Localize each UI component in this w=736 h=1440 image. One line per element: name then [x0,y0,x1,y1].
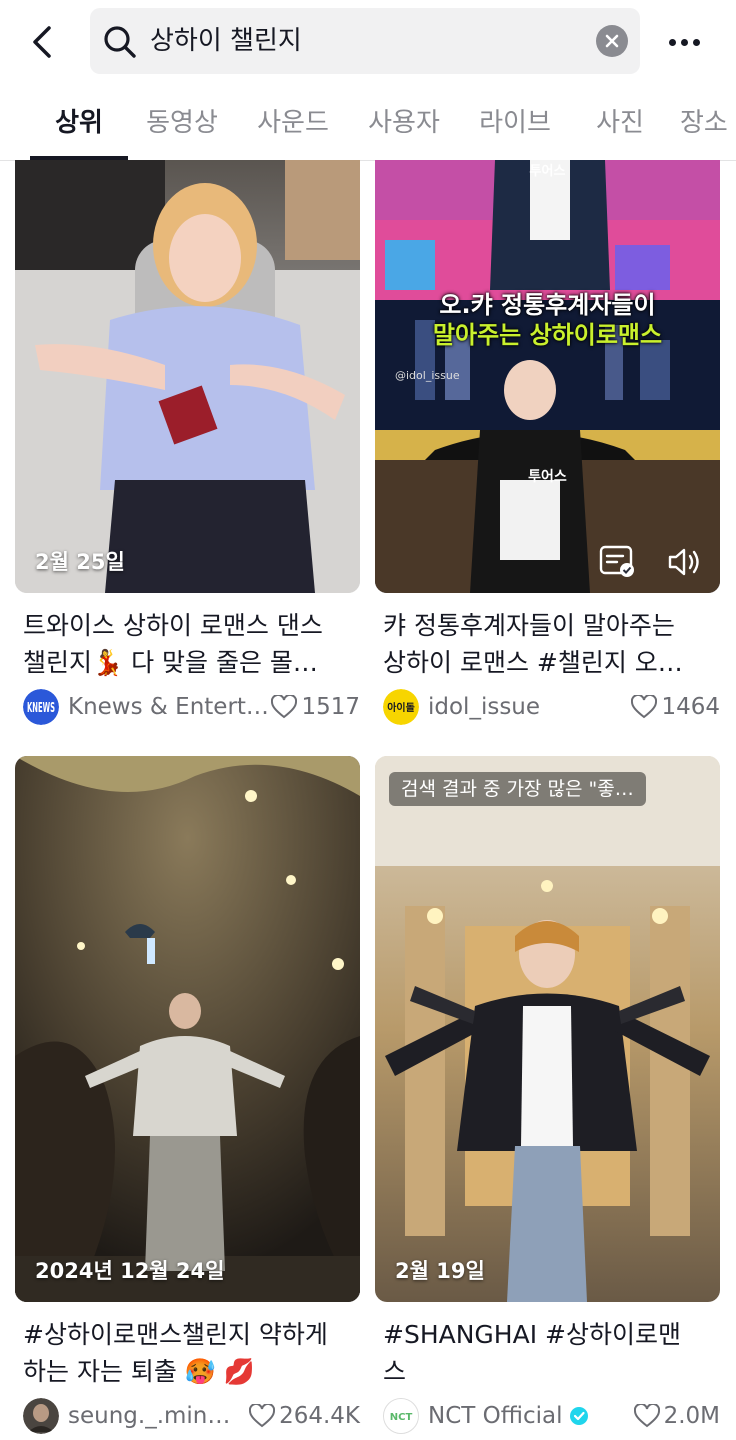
like-count-value: 1464 [661,694,720,720]
dot-icon [680,38,688,46]
tab-sounds[interactable]: 사운드 [245,88,341,160]
like-count[interactable]: 264.4K [249,1396,360,1436]
video-card[interactable]: 투어스 오.캬 정통후계자들이 말아주는 상하이로맨스 @idol_issue … [375,160,720,736]
avatar[interactable]: NCT [383,1398,419,1434]
overlay-title-line: 오.캬 정통후계자들이 [439,291,656,319]
video-title: 트와이스 상하이 로맨스 댄스 챌린지💃 다 맞을 줄은 몰… [23,607,353,681]
video-title-line: 캬 정통후계자들이 말아주는 [383,611,675,640]
video-thumbnail[interactable]: 2월 25일 [15,160,360,593]
post-date: 2월 25일 [35,550,125,574]
verified-badge-icon [569,1407,588,1425]
photo-mode-icon [599,545,634,577]
avatar[interactable]: 아이돌 [383,689,419,725]
video-card[interactable]: 검색 결과 중 가장 많은 "좋… 2월 19일 #SHANGHAI #상하이로… [375,756,720,1440]
author-name-text: NCT Official [428,1403,563,1429]
like-count[interactable]: 1517 [271,687,360,727]
more-options-button[interactable] [662,24,706,60]
video-thumbnail[interactable]: 검색 결과 중 가장 많은 "좋… 2월 19일 [375,756,720,1302]
heart-icon [271,695,298,719]
heart-icon [249,1404,276,1428]
video-title-line: #상하이로맨스챌린지 약하게 [23,1320,328,1349]
search-tabs: 상위 동영상 사운드 사용자 라이브 사진 장소 [0,88,736,161]
like-count-value: 264.4K [279,1403,360,1429]
top-liked-label: 검색 결과 중 가장 많은 "좋… [389,772,646,806]
person-caption: 투어스 [529,164,566,179]
back-button[interactable] [22,20,62,64]
search-icon [104,26,136,58]
video-meta: seung._.min… 264.4K [23,1396,360,1436]
video-meta: KNEWS Knews & Entert… 1517 [23,687,360,727]
author-name[interactable]: idol_issue [428,687,540,727]
video-thumbnail[interactable]: 투어스 오.캬 정통후계자들이 말아주는 상하이로맨스 @idol_issue … [375,160,720,593]
clear-search-button[interactable] [596,25,628,57]
video-title-line: #SHANGHAI #상하이로맨 [383,1320,681,1349]
video-title: #상하이로맨스챌린지 약하게 하는 자는 퇴출 🥵 💋 [23,1316,353,1390]
video-title-line: 상하이 로맨스 #챌린지 오… [383,648,683,677]
video-title-line: 트와이스 상하이 로맨스 댄스 [23,611,323,640]
search-bar[interactable]: 상하이 챌린지 [90,8,640,74]
dot-icon [692,38,700,46]
tab-users[interactable]: 사용자 [356,88,452,160]
post-date: 2월 19일 [395,1259,485,1283]
like-count[interactable]: 1464 [631,687,720,727]
video-title: #SHANGHAI #상하이로맨 스 [383,1316,713,1390]
like-count-value: 2.0M [663,1403,720,1429]
video-title-line: 하는 자는 퇴출 🥵 💋 [23,1357,256,1386]
video-card[interactable]: 2024년 12월 24일 #상하이로맨스챌린지 약하게 하는 자는 퇴출 🥵 … [15,756,360,1440]
tab-live[interactable]: 라이브 [467,88,563,160]
search-header: 상하이 챌린지 [0,0,736,84]
heart-icon [633,1404,660,1428]
video-meta: 아이돌 idol_issue 1464 [383,687,720,727]
search-query-text[interactable]: 상하이 챌린지 [150,8,302,74]
avatar[interactable]: KNEWS [23,689,59,725]
overlay-title-line: 말아주는 상하이로맨스 [432,321,663,349]
tab-top[interactable]: 상위 [30,88,128,160]
author-name[interactable]: seung._.min… [68,1396,230,1436]
video-title-line: 스 [383,1357,407,1386]
video-meta: NCT NCT Official 2.0M [383,1396,720,1436]
post-date: 2024년 12월 24일 [35,1259,225,1283]
avatar[interactable] [23,1398,59,1434]
video-card[interactable]: 2월 25일 트와이스 상하이 로맨스 댄스 챌린지💃 다 맞을 줄은 몰… K… [15,160,360,736]
like-count-value: 1517 [301,694,360,720]
tab-photos[interactable]: 사진 [578,88,662,160]
author-name[interactable]: Knews & Entert… [68,687,269,727]
avatar-logo-text: KNEWS [27,701,55,716]
chevron-left-icon [33,26,51,58]
person-caption: 투어스 [528,469,567,485]
tab-places[interactable]: 장소 [680,88,736,160]
avatar-logo-text: NCT [390,1412,413,1423]
like-count[interactable]: 2.0M [633,1396,720,1436]
avatar-logo-text: 아이돌 [387,701,415,714]
watermark-text: @idol_issue [395,369,460,382]
close-icon [605,34,619,48]
video-title-line: 챌린지💃 다 맞을 줄은 몰… [23,648,318,677]
video-title: 캬 정통후계자들이 말아주는 상하이 로맨스 #챌린지 오… [383,607,713,681]
dot-icon [668,38,676,46]
video-thumbnail[interactable]: 2024년 12월 24일 [15,756,360,1302]
author-name[interactable]: NCT Official [428,1396,589,1436]
tab-videos[interactable]: 동영상 [134,88,230,160]
heart-icon [631,695,658,719]
overlay-title: 오.캬 정통후계자들이 말아주는 상하이로맨스 [375,290,720,350]
sound-icon[interactable] [667,545,703,579]
